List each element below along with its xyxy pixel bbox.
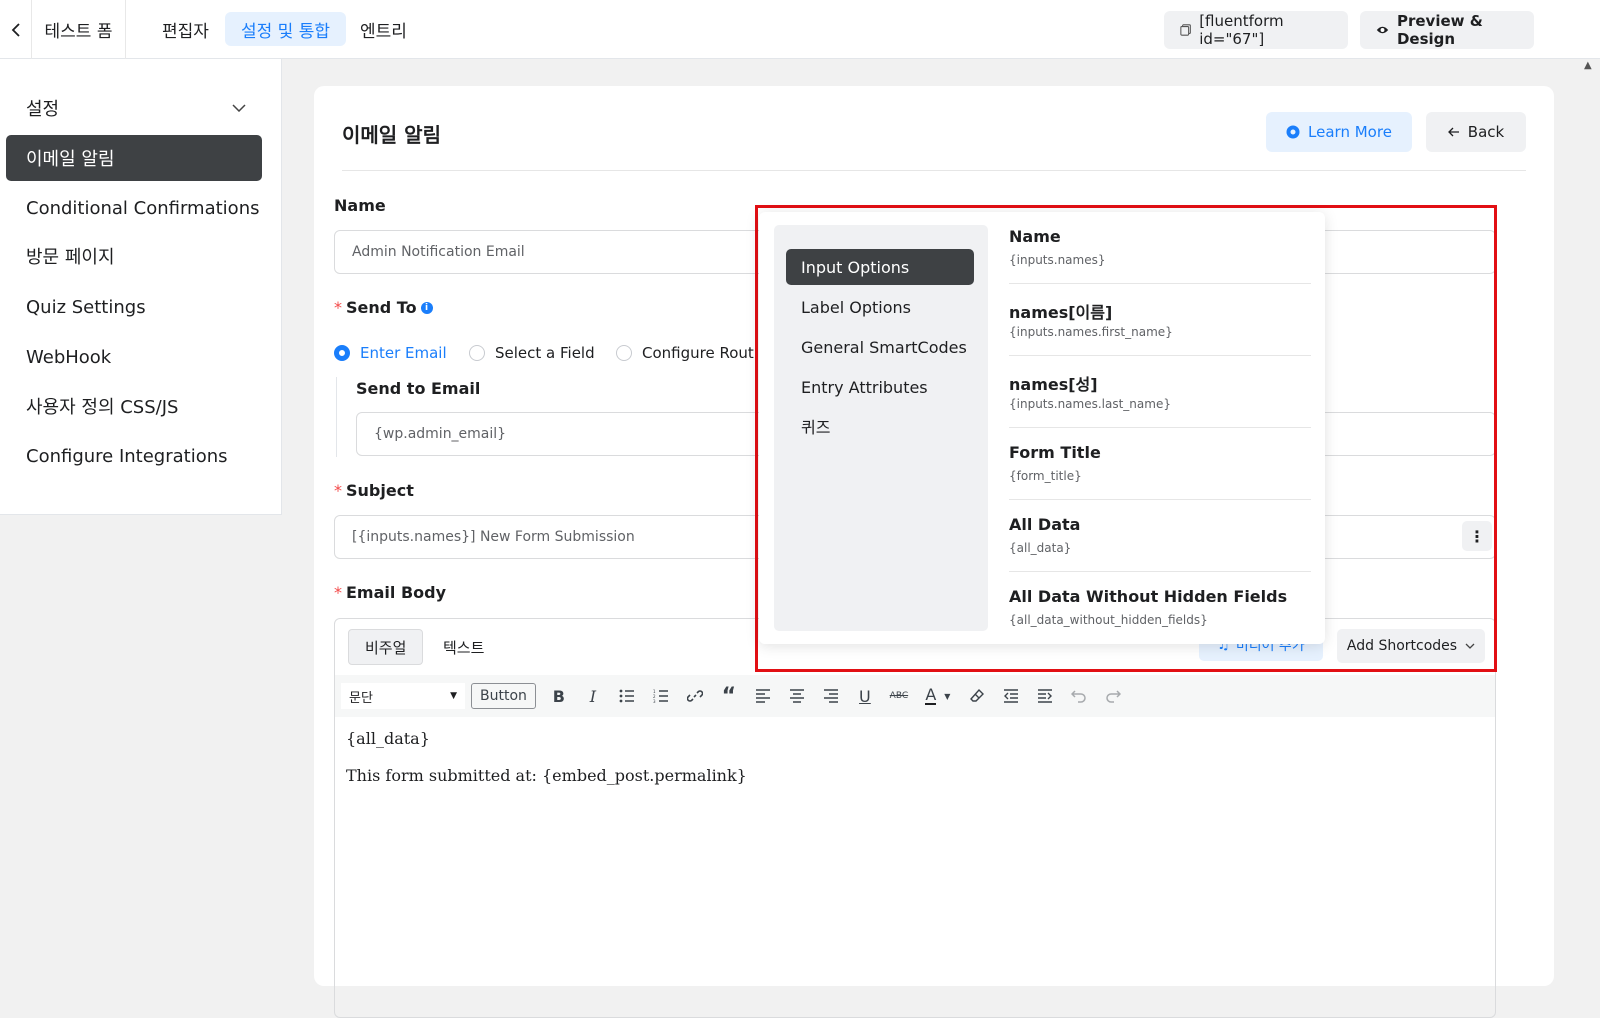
- sidebar-section-title: 설정: [26, 99, 60, 120]
- send-to-indent-bar: [336, 377, 337, 457]
- copy-icon: [1180, 24, 1191, 36]
- tab-entries[interactable]: 엔트리: [344, 12, 423, 46]
- list-item[interactable]: Form Title {form_title}: [1009, 428, 1311, 500]
- editor-toolbar: 문단 ▼ Button B I 123 “ U ABC A ▼: [335, 675, 1495, 717]
- content-line: This form submitted at: {embed_post.perm…: [346, 766, 747, 785]
- back-label: Back: [1467, 123, 1505, 141]
- info-icon[interactable]: i: [420, 301, 433, 314]
- category-general-smartcodes[interactable]: General SmartCodes: [786, 329, 974, 365]
- sidebar-item-landing-page[interactable]: 방문 페이지: [6, 233, 262, 279]
- required-asterisk: *: [334, 583, 342, 602]
- learn-more-button[interactable]: Learn More: [1266, 112, 1412, 152]
- scrollbar-up-arrow-icon[interactable]: ▲: [1584, 60, 1592, 71]
- bullet-list-icon[interactable]: [610, 681, 644, 711]
- sidebar-item-quiz-settings[interactable]: Quiz Settings: [6, 284, 262, 330]
- email-body-label: * Email Body: [334, 583, 447, 602]
- sidebar-item-webhook[interactable]: WebHook: [6, 334, 262, 380]
- tab-visual[interactable]: 비주얼: [348, 629, 424, 665]
- numbered-list-icon[interactable]: 123: [644, 681, 678, 711]
- settings-sidebar: 설정 이메일 알림 Conditional Confirmations 방문 페…: [0, 59, 282, 515]
- tab-text[interactable]: 텍스트: [427, 629, 500, 665]
- text-color-icon[interactable]: A ▼: [916, 681, 960, 711]
- sidebar-item-email-notifications[interactable]: 이메일 알림: [6, 135, 262, 181]
- category-input-options[interactable]: Input Options: [786, 249, 974, 285]
- send-to-email-label: Send to Email: [356, 379, 481, 398]
- preview-design-button[interactable]: Preview & Design: [1360, 11, 1534, 49]
- undo-icon[interactable]: [1062, 681, 1096, 711]
- preview-label: Preview & Design: [1396, 12, 1483, 48]
- back-button[interactable]: Back: [1426, 112, 1526, 152]
- shortcode-popover: Input Options Label Options General Smar…: [759, 212, 1325, 644]
- indent-icon[interactable]: [1028, 681, 1062, 711]
- align-center-icon[interactable]: [780, 681, 814, 711]
- list-item[interactable]: All Data Without Hidden Fields {all_data…: [1009, 572, 1311, 644]
- back-arrow-icon[interactable]: [0, 0, 32, 59]
- list-item[interactable]: names[성] {inputs.names.last_name}: [1009, 356, 1311, 428]
- caret-down-icon: ▼: [450, 691, 457, 701]
- radio-unchecked-icon: [616, 345, 632, 361]
- radio-configure-routing[interactable]: Configure Routing: [616, 344, 777, 362]
- play-circle-icon: [1286, 125, 1300, 139]
- sidebar-item-conditional-confirmations[interactable]: Conditional Confirmations: [6, 185, 262, 231]
- blockquote-icon[interactable]: “: [712, 681, 746, 711]
- shortcode-category-list: Input Options Label Options General Smar…: [774, 225, 988, 631]
- top-bar: 테스트 폼 편집자 설정 및 통합 엔트리 [fluentform id="67…: [0, 0, 1600, 59]
- required-asterisk: *: [334, 481, 342, 500]
- form-title[interactable]: 테스트 폼: [32, 0, 126, 59]
- eraser-icon[interactable]: [960, 681, 994, 711]
- content-line: {all_data}: [346, 729, 430, 748]
- arrow-left-icon: [1447, 127, 1459, 137]
- sidebar-item-configure-integrations[interactable]: Configure Integrations: [6, 433, 262, 479]
- subject-label: * Subject: [334, 481, 414, 500]
- svg-text:3: 3: [653, 699, 656, 703]
- paragraph-label: 문단: [349, 690, 373, 706]
- align-right-icon[interactable]: [814, 681, 848, 711]
- radio-enter-email[interactable]: Enter Email: [334, 344, 447, 362]
- sidebar-item-custom-css-js[interactable]: 사용자 정의 CSS/JS: [6, 383, 262, 429]
- link-icon[interactable]: [678, 681, 712, 711]
- eye-icon: [1376, 26, 1389, 34]
- insert-button-button[interactable]: Button: [471, 683, 536, 709]
- required-asterisk: *: [334, 298, 342, 317]
- editor-content[interactable]: {all_data} This form submitted at: {embe…: [335, 717, 1495, 815]
- italic-icon[interactable]: I: [576, 681, 610, 711]
- redo-icon[interactable]: [1096, 681, 1130, 711]
- shortcode-item-list: Name {inputs.names} names[이름] {inputs.na…: [995, 212, 1311, 644]
- underline-icon[interactable]: U: [848, 681, 882, 711]
- strikethrough-icon[interactable]: ABC: [882, 681, 916, 711]
- header-divider: [342, 170, 1526, 171]
- radio-checked-icon: [334, 345, 350, 361]
- chevron-down-icon: [232, 104, 246, 112]
- bold-icon[interactable]: B: [542, 681, 576, 711]
- page-title: 이메일 알림: [342, 123, 441, 147]
- paragraph-select[interactable]: 문단 ▼: [341, 683, 465, 709]
- category-entry-attributes[interactable]: Entry Attributes: [786, 369, 974, 405]
- category-label-options[interactable]: Label Options: [786, 289, 974, 325]
- radio-unchecked-icon: [469, 345, 485, 361]
- category-quiz[interactable]: 퀴즈: [786, 408, 974, 444]
- list-item[interactable]: Name {inputs.names}: [1009, 212, 1311, 284]
- list-item[interactable]: All Data {all_data}: [1009, 500, 1311, 572]
- tab-settings-integrations[interactable]: 설정 및 통합: [225, 12, 347, 46]
- learn-more-label: Learn More: [1308, 123, 1392, 141]
- list-item[interactable]: names[이름] {inputs.names.first_name}: [1009, 284, 1311, 356]
- radio-select-field[interactable]: Select a Field: [469, 344, 595, 362]
- email-body-editor: 비주얼 텍스트 ♫ 미디어 추가 Add Shortcodes 문단 ▼ But…: [334, 618, 1496, 1018]
- tab-editor[interactable]: 편집자: [146, 12, 225, 46]
- sidebar-section-header[interactable]: 설정: [26, 95, 246, 121]
- name-label: Name: [334, 196, 386, 215]
- shortcode-copy-button[interactable]: [fluentform id="67"]: [1164, 11, 1348, 49]
- send-to-label: * Send To i: [334, 298, 433, 317]
- align-left-icon[interactable]: [746, 681, 780, 711]
- outdent-icon[interactable]: [994, 681, 1028, 711]
- shortcode-label: [fluentform id="67"]: [1199, 12, 1284, 48]
